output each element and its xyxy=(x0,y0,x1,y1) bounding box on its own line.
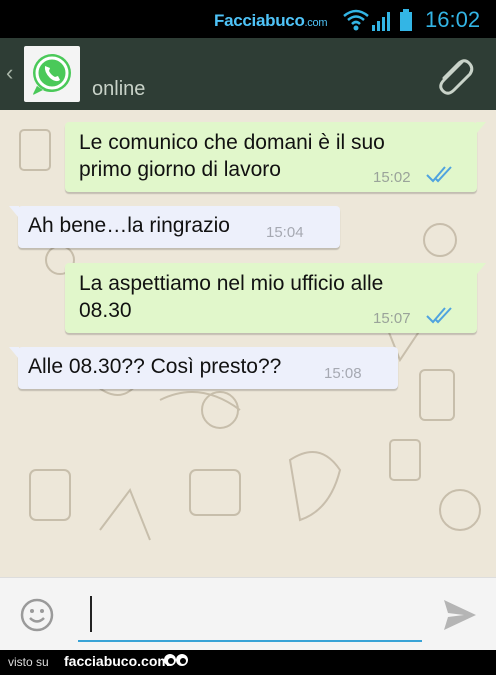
read-double-check-icon xyxy=(426,307,452,324)
status-bar: Facciabuco.com 16:02 xyxy=(0,0,496,38)
message-text: Ah bene…la ringrazio xyxy=(28,214,230,237)
whatsapp-logo-icon xyxy=(33,54,71,95)
chat-area[interactable]: Le comunico che domani è il suo primo gi… xyxy=(0,110,496,577)
message-text-line: Le comunico che domani è il suo xyxy=(79,131,385,154)
status-clock: 16:02 xyxy=(425,7,481,32)
watermark-footer: visto su facciabuco.com xyxy=(0,650,496,675)
message-time: 15:07 xyxy=(373,310,411,327)
footer-visto-label: visto su xyxy=(8,655,49,669)
bubble-tail xyxy=(476,122,486,134)
contact-status: online xyxy=(92,78,146,100)
battery-icon xyxy=(400,9,412,31)
watermark-brand-suffix: .com xyxy=(304,17,328,29)
message-composer xyxy=(0,577,496,651)
avatar[interactable] xyxy=(24,46,80,102)
message-outgoing[interactable]: Le comunico che domani è il suo primo gi… xyxy=(65,122,486,192)
message-text-line: La aspettiamo nel mio ufficio alle xyxy=(79,272,384,295)
bubble-tail xyxy=(9,347,19,359)
message-incoming[interactable]: Ah bene…la ringrazio 15:04 xyxy=(9,206,340,248)
chat-header: ‹ online xyxy=(0,38,496,112)
read-double-check-icon xyxy=(426,166,452,183)
message-outgoing[interactable]: La aspettiamo nel mio ufficio alle 08.30… xyxy=(65,263,486,333)
message-time: 15:04 xyxy=(266,224,304,241)
bubble-tail xyxy=(476,263,486,275)
back-chevron-icon[interactable]: ‹ xyxy=(6,60,13,86)
cell-signal-icon xyxy=(372,12,390,31)
smiley-icon[interactable] xyxy=(20,598,54,632)
text-cursor xyxy=(90,596,92,632)
message-time: 15:02 xyxy=(373,169,411,186)
signal-battery-icons xyxy=(343,9,412,31)
watermark-brand-main: Facciabuco xyxy=(214,11,305,30)
message-text-line: primo giorno di lavoro xyxy=(79,158,281,181)
footer-site-label: facciabuco.com xyxy=(64,653,170,669)
paperclip-icon[interactable] xyxy=(432,54,476,98)
message-text: Alle 08.30?? Così presto?? xyxy=(28,355,282,378)
wifi-icon xyxy=(343,9,369,25)
watermark-brand: Facciabuco.com xyxy=(214,11,327,31)
send-icon[interactable] xyxy=(442,598,478,632)
eyes-logo-icon xyxy=(164,654,188,666)
message-text-line: 08.30 xyxy=(79,299,132,322)
message-input[interactable] xyxy=(78,594,422,642)
message-time: 15:08 xyxy=(324,365,362,382)
message-incoming[interactable]: Alle 08.30?? Così presto?? 15:08 xyxy=(9,347,398,389)
bubble-tail xyxy=(9,206,19,218)
